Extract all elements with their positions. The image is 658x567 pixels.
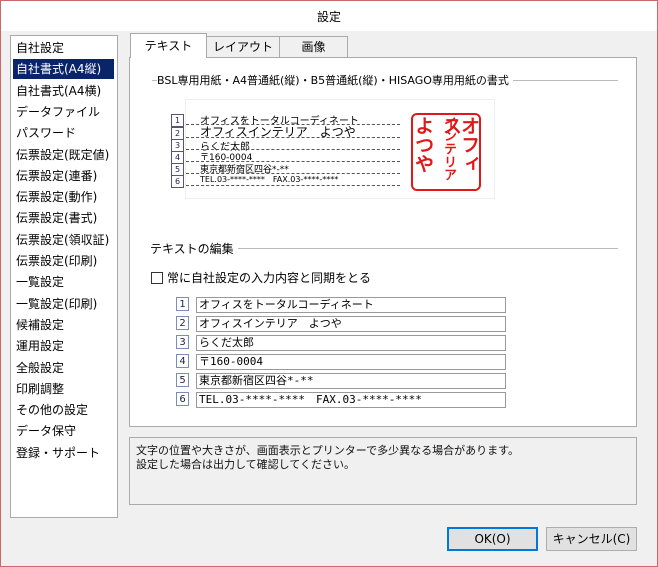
- preview-guide-6: 6: [171, 175, 400, 188]
- sidebar-item[interactable]: 印刷調整: [13, 379, 114, 399]
- sidebar-item[interactable]: 候補設定: [13, 315, 114, 335]
- sidebar-item[interactable]: 自社書式(A4横): [13, 81, 114, 101]
- preview-line-number: 1: [171, 114, 184, 127]
- sidebar-item[interactable]: 伝票設定(既定値): [13, 145, 114, 165]
- text-field-1[interactable]: オフィスをトータルコーディネート: [196, 297, 506, 313]
- field-number: 5: [176, 373, 189, 387]
- sidebar-item[interactable]: 一覧設定: [13, 272, 114, 292]
- sidebar-item[interactable]: データ保守: [13, 421, 114, 441]
- sidebar-item[interactable]: 伝票設定(書式): [13, 208, 114, 228]
- cancel-button[interactable]: キャンセル(C): [546, 527, 637, 551]
- text-field-4[interactable]: 〒160-0004: [196, 354, 506, 370]
- sync-checkbox-label: 常に自社設定の入力内容と同期をとる: [167, 271, 372, 285]
- preview-group-title: BSL専用用紙・A4普通紙(縦)・B5普通紙(縦)・HISAGO専用用紙の書式: [157, 72, 513, 88]
- preview-guide-5: 5: [171, 163, 400, 176]
- sidebar-item[interactable]: 登録・サポート: [13, 443, 114, 463]
- tab-layout[interactable]: レイアウト: [206, 36, 280, 57]
- sync-checkbox[interactable]: [151, 272, 163, 284]
- preview-guide-2: 2: [171, 127, 400, 140]
- sidebar-item[interactable]: パスワード: [13, 123, 114, 143]
- preview-guide-3: 3: [171, 139, 400, 152]
- sidebar-item[interactable]: その他の設定: [13, 400, 114, 420]
- sidebar-item[interactable]: 全般設定: [13, 358, 114, 378]
- stamp-col-2: インテリア: [441, 116, 456, 181]
- preview-guide-4: 4: [171, 151, 400, 164]
- ok-button[interactable]: OK(O): [447, 527, 538, 551]
- sidebar-item[interactable]: 伝票設定(連番): [13, 166, 114, 186]
- stamp-col-3: よつや: [412, 116, 434, 173]
- note-box: 文字の位置や大きさが、画面表示とプリンターで多少異なる場合があります。 設定した…: [129, 437, 637, 505]
- edit-group-title: テキストの編集: [150, 240, 238, 257]
- field-number: 6: [176, 392, 189, 406]
- stamp-col-1: オフィス: [440, 116, 480, 173]
- preview-line-number: 6: [171, 175, 184, 188]
- sidebar-item[interactable]: 自社設定: [13, 38, 114, 58]
- sidebar-item[interactable]: 運用設定: [13, 336, 114, 356]
- field-number: 3: [176, 335, 189, 349]
- text-field-5[interactable]: 東京都新宿区四谷*-**: [196, 373, 506, 389]
- sidebar-item[interactable]: 伝票設定(動作): [13, 187, 114, 207]
- note-line-2: 設定した場合は出力して確認してください。: [136, 458, 356, 471]
- note-line-1: 文字の位置や大きさが、画面表示とプリンターで多少異なる場合があります。: [136, 444, 520, 457]
- field-number: 1: [176, 297, 189, 311]
- preview-line-6: TEL.03-****-**** FAX.03-****-****: [200, 175, 339, 184]
- sidebar-item[interactable]: 伝票設定(印刷): [13, 251, 114, 271]
- sidebar-item[interactable]: データファイル: [13, 102, 114, 122]
- field-number: 4: [176, 354, 189, 368]
- window-title: 設定: [1, 1, 657, 31]
- sidebar-item[interactable]: 伝票設定(領収証): [13, 230, 114, 250]
- sidebar-item[interactable]: 自社書式(A4縦): [13, 59, 114, 80]
- sidebar-item[interactable]: 一覧設定(印刷): [13, 294, 114, 314]
- tab-image[interactable]: 画像: [279, 36, 348, 57]
- company-stamp: オフィス インテリア よつや: [411, 113, 481, 191]
- preview-guide-1: 1: [171, 114, 400, 127]
- tab-text[interactable]: テキスト: [130, 33, 207, 58]
- settings-category-list[interactable]: 自社設定 自社書式(A4縦) 自社書式(A4横) データファイル パスワード 伝票設定(既…: [10, 35, 118, 518]
- text-field-3[interactable]: らくだ太郎: [196, 335, 506, 351]
- field-number: 2: [176, 316, 189, 330]
- text-field-6[interactable]: TEL.03-****-**** FAX.03-****-****: [196, 392, 506, 408]
- text-field-2[interactable]: オフィスインテリア よつや: [196, 316, 506, 332]
- print-preview: オフィスをトータルコーディネート オフィスインテリア よつや らくだ太郎 〒16…: [171, 100, 494, 198]
